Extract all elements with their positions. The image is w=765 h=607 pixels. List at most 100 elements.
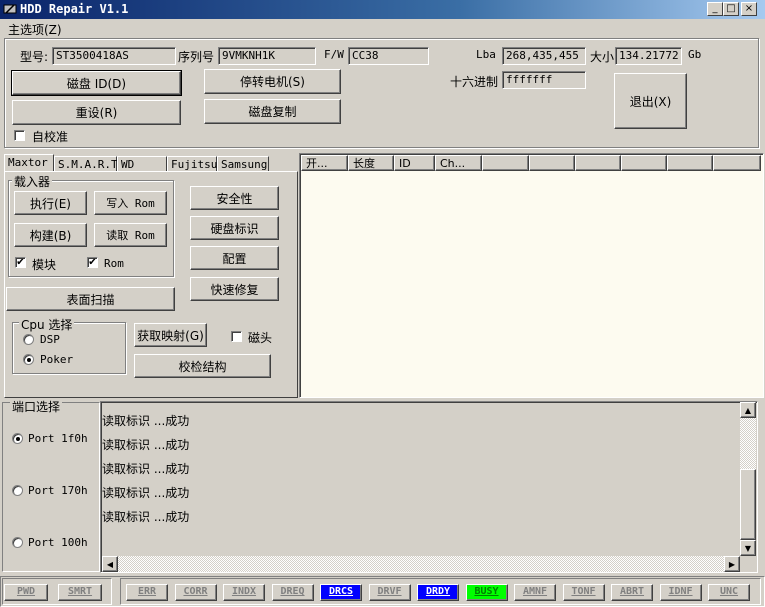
fw-field[interactable]: CC38 xyxy=(348,47,429,65)
grid-column-header[interactable]: ID xyxy=(394,155,435,171)
status-indicator-unc: UNC xyxy=(708,584,750,601)
status-indicator-dreq: DREQ xyxy=(271,584,314,601)
cpu-radio-poker[interactable] xyxy=(23,354,34,365)
grid-column-header[interactable] xyxy=(667,155,713,171)
log-line: 读取标识 ...成功 xyxy=(102,414,190,428)
port-option-170h: Port 170h xyxy=(28,484,88,497)
module-grid[interactable]: 开... 长度 ID Ch... xyxy=(299,153,764,398)
maximize-icon[interactable]: □ xyxy=(723,2,739,16)
status-left: PWD SMRT xyxy=(4,582,110,602)
surface-scan-button[interactable]: 表面扫描 xyxy=(6,287,175,311)
disk-identify-button[interactable]: 硬盘标识 xyxy=(190,216,279,240)
cpu-option-poker: Poker xyxy=(40,353,74,366)
grid-column-header[interactable]: Ch... xyxy=(435,155,482,171)
status-smrt[interactable]: SMRT xyxy=(58,584,102,601)
grid-column-header[interactable] xyxy=(482,155,529,171)
grid-header: 开... 长度 ID Ch... xyxy=(301,155,763,171)
status-indicator-drcs: DRCS xyxy=(320,584,362,601)
size-label: 大小 xyxy=(590,50,615,64)
serial-label: 序列号 xyxy=(178,50,215,64)
window-title: HDD Repair V1.1 xyxy=(20,2,129,16)
reset-button[interactable]: 重设(R) xyxy=(12,100,181,125)
port-radio-1f0h[interactable] xyxy=(12,433,23,444)
rom-label: Rom xyxy=(104,257,124,270)
tab-fujitsu[interactable]: Fujitsu xyxy=(167,156,217,171)
quick-fix-button[interactable]: 快速修复 xyxy=(190,277,279,301)
grid-column-header[interactable] xyxy=(621,155,667,171)
cpu-radio-dsp[interactable] xyxy=(23,334,34,345)
title-bar: HDD Repair V1.1 _ □ × xyxy=(0,0,765,19)
port-title: 端口选择 xyxy=(10,398,63,415)
app-icon xyxy=(3,2,17,16)
write-rom-button[interactable]: 写入 Rom xyxy=(94,191,167,215)
scroll-left-icon[interactable]: ◀ xyxy=(102,556,118,572)
rom-checkbox[interactable]: ✔ xyxy=(87,257,98,268)
security-button[interactable]: 安全性 xyxy=(190,186,279,210)
log-line: 读取标识 ...成功 xyxy=(102,486,190,500)
tab-smart[interactable]: S.M.A.R.T xyxy=(54,156,118,171)
read-rom-button[interactable]: 读取 Rom xyxy=(94,223,167,247)
model-field[interactable]: ST3500418AS xyxy=(52,47,176,65)
head-checkbox[interactable] xyxy=(231,331,242,342)
minimize-icon[interactable]: _ xyxy=(707,2,723,16)
lba-field[interactable]: 268,435,455 xyxy=(502,47,586,65)
tab-wd[interactable]: WD xyxy=(117,156,167,171)
scroll-right-icon[interactable]: ▶ xyxy=(724,556,740,572)
grid-column-header[interactable] xyxy=(529,155,575,171)
spindown-button[interactable]: 停转电机(S) xyxy=(204,69,341,94)
self-check-checkbox[interactable] xyxy=(14,130,25,141)
log-hscrollbar[interactable]: ◀ ▶ xyxy=(102,556,740,572)
serial-field[interactable]: 9VMKNH1K xyxy=(218,47,316,65)
exit-button[interactable]: 退出(X) xyxy=(614,73,687,129)
log-line: 读取标识 ...成功 xyxy=(102,438,190,452)
status-indicator-idnf: IDNF xyxy=(659,584,702,601)
module-label: 模块 xyxy=(32,258,57,272)
get-map-button[interactable]: 获取映射(G) xyxy=(134,323,207,347)
grid-column-header[interactable] xyxy=(575,155,621,171)
disk-id-button[interactable]: 磁盘 ID(D) xyxy=(11,70,182,96)
log-line: 读取标识 ...成功 xyxy=(102,462,190,476)
close-icon[interactable]: × xyxy=(741,2,757,16)
status-indicators: ERR CORR INDX DREQ DRCS DRVF DRDY BUSY AMNF TONF A… xyxy=(126,582,759,602)
loader-title: 载入器 xyxy=(12,173,53,190)
size-unit: Gb xyxy=(688,48,702,61)
menu-main[interactable]: 主选项(Z) xyxy=(8,21,62,38)
log-vscrollbar[interactable]: ▲ ▼ xyxy=(740,402,756,556)
scroll-down-icon[interactable]: ▼ xyxy=(740,540,756,556)
build-button[interactable]: 构建(B) xyxy=(14,223,87,247)
lba-label: Lba xyxy=(476,48,496,61)
tab-maxtor[interactable]: Maxtor xyxy=(4,154,54,171)
module-checkbox[interactable]: ✔ xyxy=(15,257,26,268)
status-indicator-drvf: DRVF xyxy=(368,584,411,601)
port-radio-100h[interactable] xyxy=(12,537,23,548)
size-field[interactable]: 134.21772 xyxy=(615,47,682,65)
status-indicator-abrt: ABRT xyxy=(611,584,653,601)
scroll-thumb[interactable] xyxy=(740,469,756,540)
self-check-label: 自校准 xyxy=(32,130,69,144)
verify-structure-button[interactable]: 校检结构 xyxy=(134,354,271,378)
status-indicator-err: ERR xyxy=(126,584,168,601)
port-option-1f0h: Port 1f0h xyxy=(28,432,88,445)
cpu-option-dsp: DSP xyxy=(40,333,60,346)
log-lines: 读取标识 ...成功 读取标识 ...成功 读取标识 ...成功 读取标识 ...成功… xyxy=(102,409,732,554)
disk-copy-button[interactable]: 磁盘复制 xyxy=(204,99,341,124)
port-radio-170h[interactable] xyxy=(12,485,23,496)
hex-label: 十六进制 xyxy=(450,75,499,89)
execute-button[interactable]: 执行(E) xyxy=(14,191,87,215)
cpu-title: Cpu 选择 xyxy=(19,316,75,333)
status-indicator-amnf: AMNF xyxy=(514,584,556,601)
tab-samsung[interactable]: Samsung xyxy=(217,156,269,171)
grid-column-header[interactable] xyxy=(713,155,761,171)
port-option-100h: Port 100h xyxy=(28,536,88,549)
grid-column-header[interactable]: 开... xyxy=(301,155,348,171)
status-pwd[interactable]: PWD xyxy=(4,584,48,601)
scroll-up-icon[interactable]: ▲ xyxy=(740,402,756,418)
model-label: 型号: xyxy=(20,50,49,64)
status-indicator-drdy: DRDY xyxy=(417,584,459,601)
hex-field[interactable]: fffffff xyxy=(502,71,586,89)
config-button[interactable]: 配置 xyxy=(190,246,279,270)
status-indicator-tonf: TONF xyxy=(562,584,605,601)
grid-column-header[interactable]: 长度 xyxy=(348,155,394,171)
fw-label: F/W xyxy=(324,48,344,61)
status-indicator-corr: CORR xyxy=(174,584,217,601)
